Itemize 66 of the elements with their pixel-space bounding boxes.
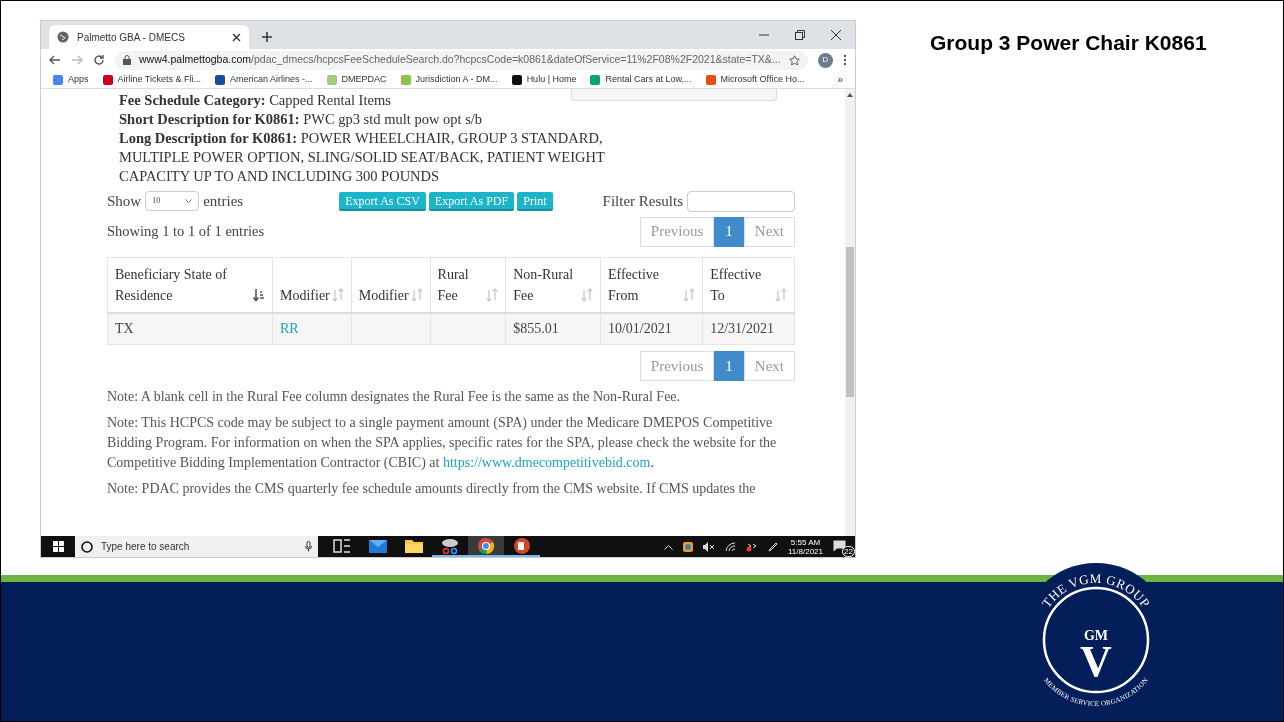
table-cell: TX [115,321,134,337]
entries-select[interactable]: 10 [145,191,200,212]
filter-input[interactable] [687,190,795,212]
note-text: Note: PDAC provides the CMS quarterly fee schedule amounts directly from the CMS website. If CMS updates the [107,480,757,498]
search-circle-icon [81,540,93,553]
app-tray-icon[interactable] [683,541,693,552]
tray-badge-icon[interactable] [746,541,758,552]
detail-text: Fee Schedule Category: Capped Rental Items [119,91,392,110]
browser-tab[interactable]: Palmetto GBA - DMECS [49,25,249,49]
taskbar-app[interactable] [504,536,540,557]
back-icon[interactable] [49,54,61,66]
slide-title: Group 3 Power Chair K0861 [930,30,1207,56]
scrollbar-thumb[interactable] [846,247,854,397]
taskbar-app[interactable] [468,536,504,557]
star-icon[interactable] [789,54,800,66]
bookmark[interactable]: Jurisdiction A - DM... [400,72,498,87]
chevron-down-icon [185,198,193,204]
more-bookmarks[interactable]: » [837,72,843,87]
scrollbar[interactable] [845,89,855,536]
bookmark[interactable]: DMEPDAC [326,72,387,87]
profile-avatar[interactable]: D [818,52,833,68]
close-icon[interactable] [831,30,841,40]
address-bar[interactable]: www4.palmettogba.com/pdac_dmecs/hcpcsFeeScheduleSearch.do?hcpcsCode=k0861&dateOfService=11%2F08%2F2021&state=TX&... [115,50,808,70]
reload-icon[interactable] [93,54,105,66]
new-tab-icon[interactable] [261,31,273,43]
microphone-icon [305,541,312,552]
search-placeholder: Type here to search [101,540,191,554]
bookmark[interactable]: Hulu | Home [511,72,577,87]
bookmark[interactable]: Airline Tickets & Fli... [102,72,202,87]
message-icon [833,539,846,552]
scroll-up-icon[interactable] [847,93,853,97]
detail-text: Short Description for K0861: PWC gp3 std mult pow opt s/b [119,110,484,129]
bookmark[interactable]: Apps [53,72,89,87]
presentation-icon [512,536,532,555]
note-text: Note: A blank cell in the Rural Fee column designates the Rural Fee is the same as the Non-Rural Fee. [107,388,682,406]
tab-title: Palmetto GBA - DMECS [77,30,186,45]
bookmark[interactable]: Microsoft Office Ho... [705,72,805,87]
table-cell: $855.01 [513,321,559,337]
close-icon[interactable] [232,32,241,42]
bookmark[interactable]: American Airlines -... [215,72,313,87]
wifi-icon[interactable] [725,541,736,552]
bookmark[interactable]: Rental Cars at Low,... [590,72,692,87]
entries-label: entries [203,192,244,211]
note-text: Note: This HCPCS code may be subject to a single payment amount (SPA) under the Medicare DMEPOS Competitive Bidding Program. For information on when the SPA applies, specific rates for the SPA, please check the website for the Competitive Bidding Implementation Contractor (CBIC) at https://www.dmecompetitivebid.com. [107,414,778,472]
task-view-icon [332,536,352,555]
volume-muted-icon[interactable] [703,541,715,552]
menu-icon[interactable] [843,54,847,66]
windows-icon [52,541,64,552]
detail-text: Long Description for K0861: POWER WHEELCHAIR, GROUP 3 STANDARD, MULTIPLE POWER OPTION, SLING/SOLID SEAT/BACK, PATIENT WEIGHT CAPACITY UP TO AND INCLUDING 300 POUNDS [119,129,606,186]
table-cell: 10/01/2021 [607,321,672,337]
browser-icon [476,536,496,555]
page-link[interactable]: 1 [714,216,744,247]
chevron-up-icon[interactable] [664,543,673,550]
clock[interactable]: 5:55 AM 11/8/2021 [788,537,823,556]
lock-icon [123,55,131,65]
filter-label: Filter Results [602,192,683,211]
url-text: www4.palmettogba.com/pdac_dmecs/hcpcsFeeScheduleSearch.do?hcpcsCode=k0861&dateOfService=11%2F08%2F2021&state=TX&... [139,52,781,68]
pen-icon[interactable] [768,541,778,552]
restore-icon[interactable] [795,30,805,40]
globe-icon [57,31,69,43]
page-link[interactable]: 1 [714,351,744,381]
taskbar-search[interactable]: Type here to search [75,536,318,557]
entries-info: Showing 1 to 1 of 1 entries [107,221,265,241]
notification-count: 22 [842,545,855,557]
show-label: Show [107,192,142,211]
table-cell: 12/31/2021 [710,321,774,337]
